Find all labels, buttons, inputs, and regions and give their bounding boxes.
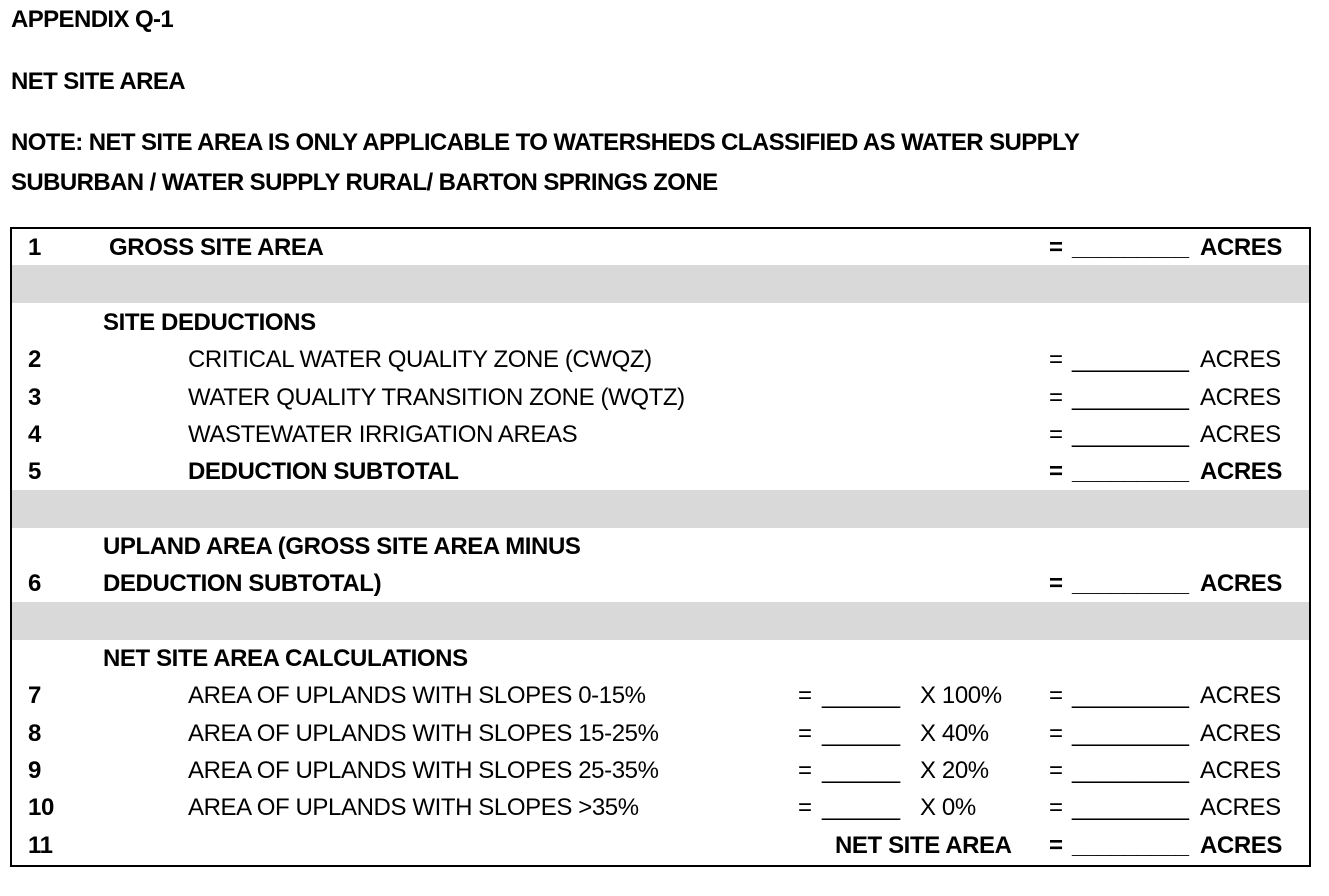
unit-label: ACRES: [1200, 234, 1283, 261]
unit-label: ACRES: [1200, 682, 1281, 709]
row-label: AREA OF UPLANDS WITH SLOPES >35%: [188, 794, 639, 821]
unit-label: ACRES: [1200, 458, 1283, 485]
equals-sign: =: [1049, 682, 1063, 709]
equals-sign: =: [1049, 570, 1063, 597]
row-number: 11: [28, 832, 53, 859]
acres-input-blank[interactable]: _________: [1072, 677, 1189, 714]
section-label: NET SITE AREA CALCULATIONS: [103, 645, 468, 672]
area-input-blank[interactable]: ______: [822, 677, 900, 714]
area-input-blank[interactable]: ______: [822, 752, 900, 789]
equals-sign: =: [1049, 757, 1063, 784]
net-site-area-form: 1 GROSS SITE AREA = _________ ACRES SITE…: [10, 227, 1311, 867]
note-line-1: NOTE: NET SITE AREA IS ONLY APPLICABLE T…: [11, 129, 1080, 156]
acres-input-blank[interactable]: _________: [1072, 229, 1189, 266]
unit-label: ACRES: [1200, 421, 1281, 448]
multiplier: X 100%: [920, 682, 1002, 709]
section-heading-net-site-area-calculations: NET SITE AREA CALCULATIONS: [12, 640, 1309, 677]
separator-row: [12, 265, 1309, 303]
acres-input-blank[interactable]: _________: [1072, 379, 1189, 416]
row-label: WATER QUALITY TRANSITION ZONE (WQTZ): [188, 384, 685, 411]
row-label: GROSS SITE AREA: [109, 234, 324, 261]
equals-sign: =: [1049, 832, 1063, 859]
unit-label: ACRES: [1200, 384, 1281, 411]
equals-sign: =: [798, 794, 812, 821]
multiplier: X 20%: [920, 757, 989, 784]
equals-sign: =: [1049, 720, 1063, 747]
row-label: DEDUCTION SUBTOTAL: [188, 458, 459, 485]
appendix-label: APPENDIX Q-1: [11, 6, 174, 33]
row-upland-area-line1: UPLAND AREA (GROSS SITE AREA MINUS: [12, 528, 1309, 565]
equals-sign: =: [1049, 346, 1063, 373]
row-label: AREA OF UPLANDS WITH SLOPES 25-35%: [188, 757, 659, 784]
row-slopes-15-25: 8 AREA OF UPLANDS WITH SLOPES 15-25% = _…: [12, 715, 1309, 752]
row-label: WASTEWATER IRRIGATION AREAS: [188, 421, 578, 448]
row-label: CRITICAL WATER QUALITY ZONE (CWQZ): [188, 346, 652, 373]
row-net-site-area: 11 NET SITE AREA = _________ ACRES: [12, 827, 1309, 864]
row-label: AREA OF UPLANDS WITH SLOPES 15-25%: [188, 720, 659, 747]
equals-sign: =: [1049, 234, 1063, 261]
acres-input-blank[interactable]: _________: [1072, 416, 1189, 453]
acres-input-blank[interactable]: _________: [1072, 752, 1189, 789]
section-label: SITE DEDUCTIONS: [103, 309, 316, 336]
row-wastewater-irrigation: 4 WASTEWATER IRRIGATION AREAS = ________…: [12, 416, 1309, 453]
acres-input-blank[interactable]: _________: [1072, 827, 1189, 864]
row-wqtz: 3 WATER QUALITY TRANSITION ZONE (WQTZ) =…: [12, 379, 1309, 416]
row-number: 8: [28, 720, 41, 747]
equals-sign: =: [1049, 458, 1063, 485]
row-slopes-over-35: 10 AREA OF UPLANDS WITH SLOPES >35% = __…: [12, 789, 1309, 826]
row-number: 1: [28, 234, 41, 261]
row-label: UPLAND AREA (GROSS SITE AREA MINUS: [103, 533, 581, 560]
row-label: NET SITE AREA: [835, 832, 1012, 859]
multiplier: X 40%: [920, 720, 989, 747]
row-gross-site-area: 1 GROSS SITE AREA = _________ ACRES: [12, 229, 1309, 266]
acres-input-blank[interactable]: _________: [1072, 565, 1189, 602]
row-cwqz: 2 CRITICAL WATER QUALITY ZONE (CWQZ) = _…: [12, 341, 1309, 378]
row-deduction-subtotal: 5 DEDUCTION SUBTOTAL = _________ ACRES: [12, 453, 1309, 490]
row-number: 7: [28, 682, 41, 709]
section-heading-site-deductions: SITE DEDUCTIONS: [12, 304, 1309, 341]
row-slopes-25-35: 9 AREA OF UPLANDS WITH SLOPES 25-35% = _…: [12, 752, 1309, 789]
acres-input-blank[interactable]: _________: [1072, 789, 1189, 826]
unit-label: ACRES: [1200, 832, 1283, 859]
row-number: 6: [28, 570, 41, 597]
row-number: 2: [28, 346, 41, 373]
row-label: AREA OF UPLANDS WITH SLOPES 0-15%: [188, 682, 646, 709]
equals-sign: =: [1049, 421, 1063, 448]
equals-sign: =: [798, 682, 812, 709]
area-input-blank[interactable]: ______: [822, 789, 900, 826]
unit-label: ACRES: [1200, 346, 1281, 373]
unit-label: ACRES: [1200, 570, 1283, 597]
note-line-2: SUBURBAN / WATER SUPPLY RURAL/ BARTON SP…: [11, 169, 718, 196]
row-number: 5: [28, 458, 41, 485]
acres-input-blank[interactable]: _________: [1072, 341, 1189, 378]
row-number: 10: [28, 794, 54, 821]
unit-label: ACRES: [1200, 794, 1281, 821]
row-number: 9: [28, 757, 41, 784]
equals-sign: =: [798, 757, 812, 784]
row-number: 4: [28, 421, 41, 448]
equals-sign: =: [1049, 384, 1063, 411]
acres-input-blank[interactable]: _________: [1072, 715, 1189, 752]
row-label: DEDUCTION SUBTOTAL): [103, 570, 382, 597]
row-number: 3: [28, 384, 41, 411]
unit-label: ACRES: [1200, 720, 1281, 747]
equals-sign: =: [798, 720, 812, 747]
page-title: NET SITE AREA: [11, 68, 186, 95]
equals-sign: =: [1049, 794, 1063, 821]
separator-row: [12, 490, 1309, 528]
separator-row: [12, 602, 1309, 640]
acres-input-blank[interactable]: _________: [1072, 453, 1189, 490]
multiplier: X 0%: [920, 794, 976, 821]
row-slopes-0-15: 7 AREA OF UPLANDS WITH SLOPES 0-15% = __…: [12, 677, 1309, 714]
row-upland-area: 6 DEDUCTION SUBTOTAL) = _________ ACRES: [12, 565, 1309, 602]
unit-label: ACRES: [1200, 757, 1281, 784]
area-input-blank[interactable]: ______: [822, 715, 900, 752]
